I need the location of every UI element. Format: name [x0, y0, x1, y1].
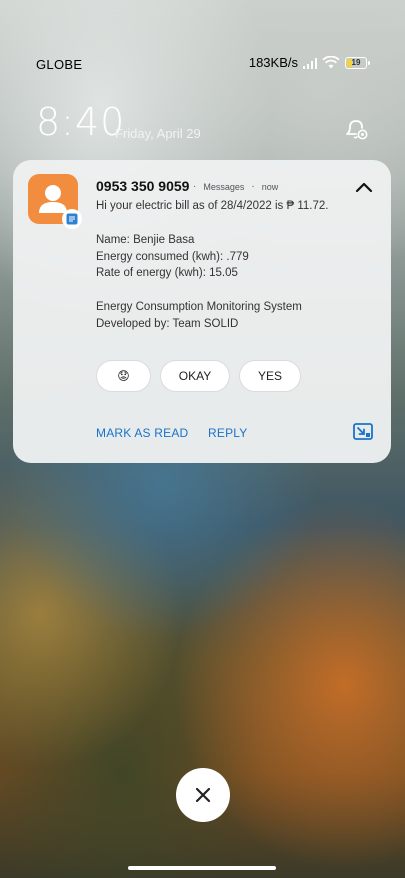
message-body-line: Name: Benjie Basa — [96, 234, 195, 246]
alarm-settings-icon[interactable] — [343, 116, 369, 142]
quick-reply-emoji[interactable]: 😟 — [96, 360, 151, 392]
message-notification-card[interactable]: 0953 350 9059 · Messages · now Hi your e… — [13, 160, 391, 463]
chevron-up-icon[interactable] — [355, 180, 373, 194]
battery-icon: 19 — [345, 56, 370, 69]
mark-as-read-button[interactable]: MARK AS READ — [96, 426, 188, 440]
dismiss-button[interactable] — [176, 768, 230, 822]
battery-level: 19 — [351, 57, 361, 67]
status-icons: 183KB/s 19 — [248, 55, 370, 70]
close-icon — [195, 787, 211, 803]
network-speed: 183KB/s — [248, 55, 298, 70]
wifi-icon — [322, 56, 340, 69]
quick-reply-okay[interactable]: OKAY — [160, 360, 230, 392]
message-body-line: Developed by: Team SOLID — [96, 318, 239, 330]
message-body-line: Rate of energy (kwh): 15.05 — [96, 267, 238, 279]
notification-meta: · Messages · now — [193, 181, 279, 192]
message-body-line: Hi your electric bill as of 28/4/2022 is… — [96, 200, 329, 212]
message-body-line: Energy consumed (kwh): .779 — [96, 251, 249, 263]
quick-reply-yes[interactable]: YES — [239, 360, 301, 392]
lockscreen-time: 8:40 — [36, 100, 126, 144]
home-indicator[interactable] — [128, 866, 276, 870]
app-name: Messages — [203, 181, 245, 192]
signal-icon — [303, 57, 317, 69]
message-body-line: Energy Consumption Monitoring System — [96, 301, 302, 313]
messages-badge-icon — [62, 209, 82, 229]
reply-button[interactable]: REPLY — [208, 426, 247, 440]
carrier-name: GLOBE — [36, 57, 83, 72]
notification-time: now — [261, 181, 279, 192]
open-in-app-icon[interactable] — [353, 423, 373, 441]
notification-sender: 0953 350 9059 — [96, 178, 190, 194]
lockscreen-date: Friday, April 29 — [115, 126, 201, 141]
